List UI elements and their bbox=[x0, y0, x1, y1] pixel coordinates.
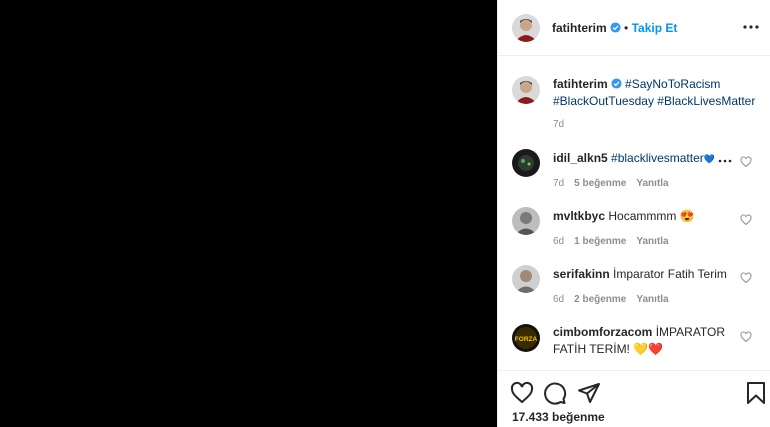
post-actions: 17.433 beğenme bbox=[498, 370, 770, 427]
comment-username[interactable]: mvltkbyc bbox=[553, 209, 605, 223]
comment-avatar[interactable] bbox=[512, 207, 540, 235]
hashtag-link[interactable]: #blacklivesmatter bbox=[611, 151, 704, 165]
comment-meta: 6d 1 beğenme Yanıtla bbox=[553, 236, 669, 247]
comment-username[interactable]: cimbomforzacom bbox=[553, 325, 652, 339]
avatar-logo-text: FORZA bbox=[515, 336, 538, 343]
header-user-line: fatihterim • Takip Et bbox=[552, 21, 677, 35]
comment-body: Hocammmm bbox=[608, 209, 677, 223]
comment-time[interactable]: 6d bbox=[553, 236, 564, 247]
heart-icon[interactable] bbox=[510, 381, 534, 405]
follow-button[interactable]: Takip Et bbox=[632, 21, 678, 35]
caption-username[interactable]: fatihterim bbox=[553, 77, 608, 91]
heart-emojis: 💛❤️ bbox=[633, 342, 664, 356]
share-icon[interactable] bbox=[577, 381, 601, 405]
hashtag-link[interactable]: #BlackOutTuesday bbox=[553, 94, 654, 108]
heart-icon[interactable] bbox=[740, 331, 752, 343]
blue-heart-emoji: 💙 bbox=[703, 154, 715, 164]
caption-time[interactable]: 7d bbox=[553, 119, 564, 130]
reply-button[interactable]: Yanıtla bbox=[636, 178, 668, 189]
comment-avatar[interactable] bbox=[512, 265, 540, 293]
heart-icon[interactable] bbox=[740, 272, 752, 284]
comment-text: cimbomforzacom İMPARATOR FATİH TERİM! 💛❤… bbox=[553, 324, 725, 358]
hashtag-link[interactable]: #SayNoToRacism bbox=[625, 77, 720, 91]
comment-text: idil_alkn5 #blacklivesmatter💙 bbox=[553, 150, 715, 168]
comment-meta: 6d 2 beğenme Yanıtla bbox=[553, 294, 669, 305]
caption-avatar[interactable] bbox=[512, 76, 540, 104]
comment-username[interactable]: serifakinn bbox=[553, 267, 610, 281]
comment-text: mvltkbyc Hocammmm 😍 bbox=[553, 208, 695, 225]
verified-badge-icon bbox=[610, 22, 621, 33]
comment-meta: 7d 5 beğenme Yanıtla bbox=[553, 178, 669, 189]
more-options-icon[interactable] bbox=[741, 20, 761, 34]
comment-body: İMPARATOR bbox=[655, 325, 726, 339]
separator-dot: • bbox=[624, 21, 629, 35]
heart-eyes-emoji: 😍 bbox=[679, 209, 695, 223]
heart-icon[interactable] bbox=[740, 156, 752, 168]
post-header: fatihterim • Takip Et bbox=[498, 0, 770, 56]
caption-text: fatihterim #SayNoToRacism #BlackOutTuesd… bbox=[553, 76, 763, 110]
comment-username[interactable]: idil_alkn5 bbox=[553, 151, 608, 165]
comment-likes[interactable]: 2 beğenme bbox=[574, 294, 626, 305]
comment-likes[interactable]: 5 beğenme bbox=[574, 178, 626, 189]
more-options-icon[interactable] bbox=[718, 156, 732, 166]
bookmark-icon[interactable] bbox=[744, 381, 768, 405]
comment-icon[interactable] bbox=[543, 381, 567, 405]
post-media[interactable] bbox=[0, 0, 497, 427]
hashtag-link[interactable]: #BlackLivesMatter bbox=[657, 94, 755, 108]
comment-avatar[interactable] bbox=[512, 149, 540, 177]
author-avatar[interactable] bbox=[512, 14, 540, 42]
like-count[interactable]: 17.433 beğenme bbox=[512, 410, 605, 424]
comment-body: İmparator Fatih Terim bbox=[613, 267, 727, 281]
comment-likes[interactable]: 1 beğenme bbox=[574, 236, 626, 247]
comment-time[interactable]: 6d bbox=[553, 294, 564, 305]
heart-icon[interactable] bbox=[740, 214, 752, 226]
author-username[interactable]: fatihterim bbox=[552, 21, 607, 35]
reply-button[interactable]: Yanıtla bbox=[636, 294, 668, 305]
post-panel: fatihterim • Takip Et fatihterim #SayNoT… bbox=[497, 0, 770, 427]
comment-text: serifakinn İmparator Fatih Terim bbox=[553, 266, 727, 283]
comment-time[interactable]: 7d bbox=[553, 178, 564, 189]
verified-badge-icon bbox=[611, 78, 622, 89]
comment-body: FATİH TERİM! bbox=[553, 342, 630, 356]
comment-avatar[interactable]: FORZA bbox=[512, 324, 540, 352]
reply-button[interactable]: Yanıtla bbox=[636, 236, 668, 247]
